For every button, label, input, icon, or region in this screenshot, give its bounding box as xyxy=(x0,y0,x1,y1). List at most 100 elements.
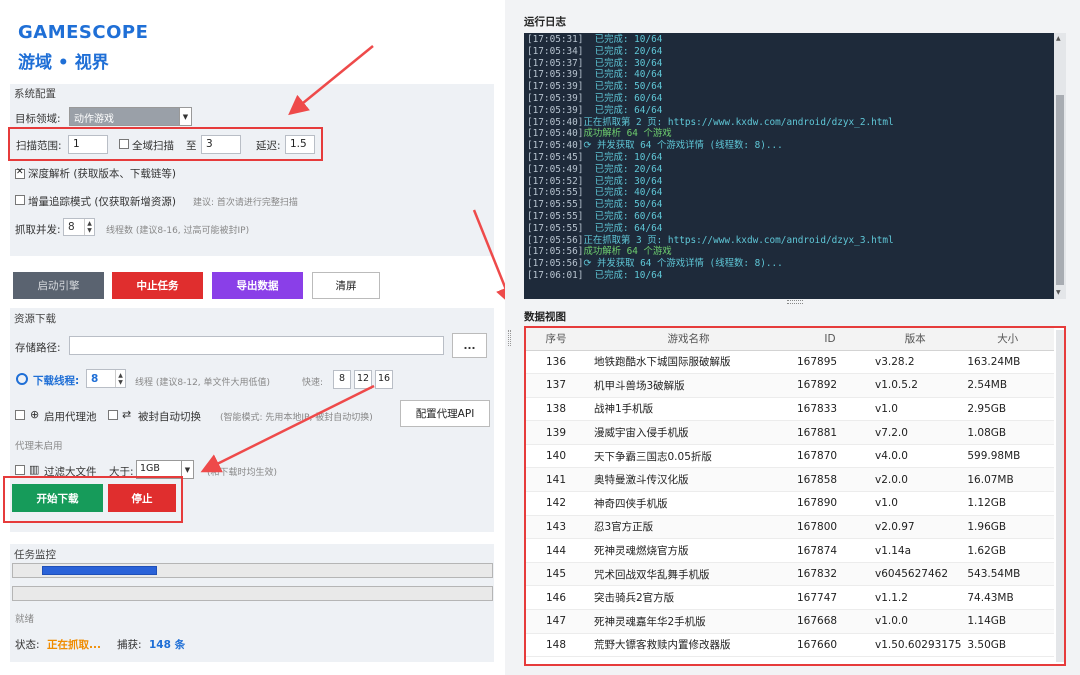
col-header-version[interactable]: 版本 xyxy=(869,328,962,351)
quick-option-16[interactable]: 16 xyxy=(375,370,393,389)
download-title: 资源下载 xyxy=(14,313,56,325)
monitor-title: 任务监控 xyxy=(14,549,56,561)
log-message: 已完成: 64/64 xyxy=(583,104,663,116)
cell-id: 167881 xyxy=(791,420,869,445)
cell-index: 142 xyxy=(526,491,586,516)
data-view-table-wrap: 序号 游戏名称 ID 版本 大小 136 地铁跑酷水下城国际服破解版 167895 v… xyxy=(524,326,1066,666)
log-message: 已完成: 60/64 xyxy=(583,92,663,104)
cell-index: 146 xyxy=(526,585,586,611)
table-row[interactable]: 145 咒术回战双华乱舞手机版 167832 v6045627462 543.54MB xyxy=(526,562,1054,587)
log-timestamp: [17:05:56] xyxy=(527,246,584,258)
concurrency-stepper[interactable]: 8 ▲ ▼ xyxy=(63,218,95,236)
table-row[interactable]: 144 死神灵魂燃烧官方版 167874 v1.14a 1.62GB xyxy=(526,538,1054,563)
delay-input[interactable]: 1.5 xyxy=(285,135,315,154)
log-line: [17:05:55] 已完成: 64/64 xyxy=(527,223,1066,235)
log-timestamp: [17:05:55] xyxy=(527,199,584,211)
cell-id: 167668 xyxy=(791,609,869,634)
browse-button[interactable]: ... xyxy=(452,333,487,358)
cell-version: v1.0 xyxy=(869,491,962,516)
system-config-title: 系统配置 xyxy=(14,88,56,100)
vertical-splitter-handle[interactable] xyxy=(787,300,803,304)
log-timestamp: [17:05:52] xyxy=(527,175,584,187)
log-timestamp: [17:05:55] xyxy=(527,187,584,199)
brand-title: GAMESCOPE xyxy=(18,22,149,43)
auto-switch-checkbox[interactable] xyxy=(108,410,118,420)
splitter-handle[interactable] xyxy=(508,330,511,346)
table-scrollbar[interactable] xyxy=(1056,330,1064,662)
threads-icon xyxy=(16,373,28,385)
table-row[interactable]: 141 奥特曼激斗传汉化版 167858 v2.0.0 16.07MB xyxy=(526,467,1054,493)
table-row[interactable]: 138 战神1手机版 167833 v1.0 2.95GB xyxy=(526,397,1054,422)
cell-index: 137 xyxy=(526,373,586,398)
log-scrollbar-thumb[interactable] xyxy=(1056,95,1064,285)
cell-size: 1.14GB xyxy=(961,609,1054,634)
table-row[interactable]: 146 突击骑兵2官方版 167747 v1.1.2 74.43MB xyxy=(526,585,1054,611)
clear-screen-button[interactable]: 清屏 xyxy=(312,272,380,299)
table-row[interactable]: 137 机甲斗兽场3破解版 167892 v1.0.5.2 2.54MB xyxy=(526,373,1054,398)
stop-task-button[interactable]: 中止任务 xyxy=(112,272,203,299)
incremental-label: 增量追踪模式 (仅获取新增资源) xyxy=(28,196,177,208)
cell-index: 144 xyxy=(526,538,586,563)
cell-name: 战神1手机版 xyxy=(586,397,791,422)
start-download-button[interactable]: 开始下载 xyxy=(12,484,103,512)
cell-version: v4.0.0 xyxy=(869,444,962,469)
scroll-down-icon[interactable]: ▼ xyxy=(1056,289,1061,296)
scan-to-input[interactable]: 3 xyxy=(201,135,241,154)
incremental-checkbox[interactable] xyxy=(15,195,25,205)
quick-option-12[interactable]: 12 xyxy=(354,370,372,389)
col-header-id[interactable]: ID xyxy=(791,328,869,351)
proxy-api-button[interactable]: 配置代理API xyxy=(400,400,490,427)
cell-index: 148 xyxy=(526,633,586,658)
col-header-name[interactable]: 游戏名称 xyxy=(586,328,791,351)
cell-name: 突击骑兵2官方版 xyxy=(586,585,791,611)
stop-download-button[interactable]: 停止 xyxy=(108,484,176,512)
deep-parse-checkbox[interactable] xyxy=(15,167,25,179)
scan-from-input[interactable]: 1 xyxy=(68,135,108,154)
stepper-arrows-icon[interactable]: ▲ ▼ xyxy=(115,370,125,387)
cell-id: 167800 xyxy=(791,515,869,540)
cell-version: v1.50.60293175 xyxy=(869,633,962,658)
cell-size: 2.95GB xyxy=(961,397,1054,422)
table-row[interactable]: 148 荒野大镖客救赎内置修改器版 167660 v1.50.60293175 3.50… xyxy=(526,633,1054,658)
log-line: [17:05:55] 已完成: 60/64 xyxy=(527,211,1066,223)
scroll-up-icon[interactable]: ▲ xyxy=(1056,35,1061,42)
export-data-button[interactable]: 导出数据 xyxy=(212,272,303,299)
incremental-hint: 建议: 首次请进行完整扫描 xyxy=(193,198,298,208)
table-row[interactable]: 136 地铁跑酷水下城国际服破解版 167895 v3.28.2 163.24MB xyxy=(526,350,1054,375)
scan-range-label: 扫描范围: xyxy=(16,140,62,152)
deep-parse-label: 深度解析 (获取版本、下载链等) xyxy=(28,168,177,180)
log-line: [17:05:56]正在抓取第 3 页: https://www.kxdw.co… xyxy=(527,235,1066,247)
log-line: [17:05:56]成功解析 64 个游戏 xyxy=(527,246,1066,258)
log-message: 已完成: 40/64 xyxy=(583,187,663,199)
storage-path-input[interactable] xyxy=(69,336,444,355)
table-row[interactable]: 143 忍3官方正版 167800 v2.0.97 1.96GB xyxy=(526,515,1054,540)
log-timestamp: [17:05:37] xyxy=(527,57,584,69)
table-header-row: 序号 游戏名称 ID 版本 大小 xyxy=(526,328,1054,351)
table-row[interactable]: 142 神奇四侠手机版 167890 v1.0 1.12GB xyxy=(526,491,1054,516)
cell-name: 地铁跑酷水下城国际服破解版 xyxy=(586,350,791,375)
start-engine-button[interactable]: 启动引擎 xyxy=(13,272,104,299)
log-message: 已完成: 50/64 xyxy=(583,81,663,93)
cell-id: 167870 xyxy=(791,444,869,469)
col-header-size[interactable]: 大小 xyxy=(961,328,1054,351)
filter-large-checkbox[interactable] xyxy=(15,465,25,475)
storage-path-label: 存储路径: xyxy=(15,342,61,354)
proxy-pool-checkbox[interactable] xyxy=(15,410,25,420)
col-header-index[interactable]: 序号 xyxy=(526,328,586,351)
cell-size: 74.43MB xyxy=(961,585,1054,611)
log-message: 已完成: 20/64 xyxy=(583,163,663,175)
cell-id: 167832 xyxy=(791,562,869,587)
log-message: ⟳ 并发获取 64 个游戏详情 (线程数: 8)... xyxy=(583,258,783,270)
concurrency-label: 抓取并发: xyxy=(15,224,61,236)
table-row[interactable]: 139 漫威宇宙入侵手机版 167881 v7.2.0 1.08GB xyxy=(526,420,1054,445)
cell-id: 167890 xyxy=(791,491,869,516)
target-domain-select[interactable]: 动作游戏 ▼ xyxy=(69,107,192,126)
download-threads-stepper[interactable]: 8 ▲ ▼ xyxy=(86,369,126,388)
quick-option-8[interactable]: 8 xyxy=(333,370,351,389)
table-row[interactable]: 140 天下争霸三国志0.05折版 167870 v4.0.0 599.98MB xyxy=(526,444,1054,469)
log-timestamp: [17:05:39] xyxy=(527,92,584,104)
stepper-arrows-icon[interactable]: ▲ ▼ xyxy=(84,219,94,235)
log-line: [17:05:40]成功解析 64 个游戏 xyxy=(527,128,1066,140)
table-row[interactable]: 147 死神灵魂嘉年华2手机版 167668 v1.0.0 1.14GB xyxy=(526,609,1054,634)
full-scan-checkbox[interactable] xyxy=(119,139,129,149)
